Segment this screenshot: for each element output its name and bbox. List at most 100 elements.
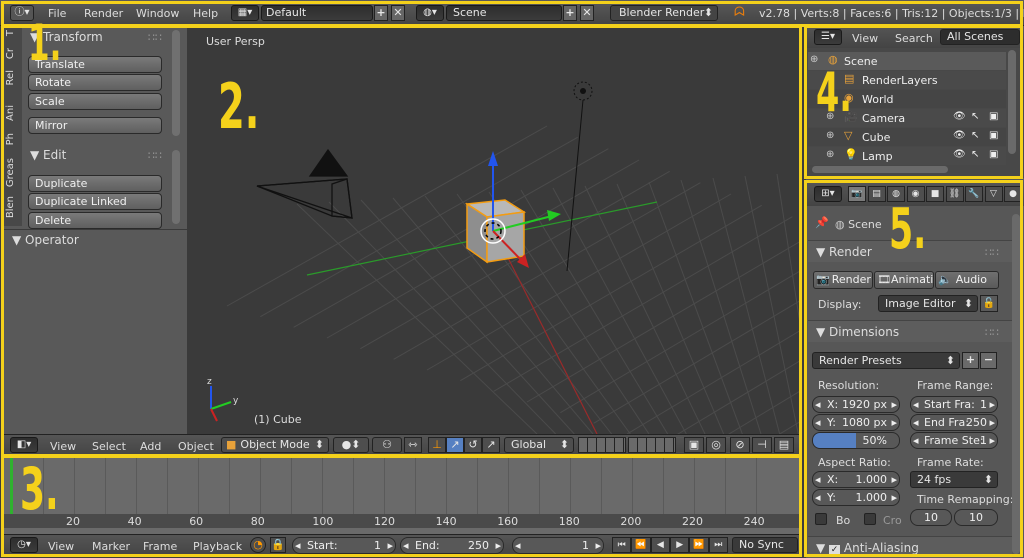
tool-shelf-tab-6[interactable]: Blen: [5, 196, 21, 218]
cursor-icon[interactable]: ↖: [971, 111, 979, 122]
timeline-editor-icon[interactable]: ◷▾: [10, 537, 38, 553]
remap-new-field[interactable]: 10: [954, 509, 998, 526]
cursor-icon[interactable]: ↖: [971, 130, 979, 141]
camera-render-icon[interactable]: ▣: [989, 130, 998, 141]
outliner-display-select[interactable]: All Scenes: [940, 29, 1020, 45]
tool-shelf-scrollbar-lower[interactable]: [172, 150, 180, 224]
eye-icon[interactable]: 👁: [953, 130, 966, 141]
resolution-x-field[interactable]: ◂ X: 1920 px ▸: [812, 396, 900, 413]
eye-icon[interactable]: 👁: [953, 111, 966, 122]
modifier-tab-icon[interactable]: 🔧: [965, 186, 983, 202]
jump-start-icon[interactable]: ⏮: [612, 537, 632, 553]
menu-window[interactable]: Window: [136, 7, 179, 20]
render-preview-icon[interactable]: ▤: [774, 437, 794, 453]
display-select[interactable]: Image Editor ⬍: [878, 295, 978, 312]
render-tab-icon[interactable]: 📷: [848, 186, 866, 202]
preview-range-icon[interactable]: ◔: [250, 537, 266, 553]
remove-layout-button[interactable]: ✕: [391, 5, 405, 21]
viewport-menu-select[interactable]: Select: [92, 440, 126, 453]
render-still-button[interactable]: 📷 Render: [813, 271, 873, 289]
viewport-shading-select[interactable]: ●⬍: [333, 437, 369, 453]
viewport-menu-object[interactable]: Object: [178, 440, 214, 453]
move-manipulator-icon[interactable]: ↗: [446, 437, 464, 453]
scale-button[interactable]: Scale: [28, 93, 162, 110]
tool-shelf-tab-2[interactable]: Rel: [5, 70, 21, 85]
tool-shelf-tab-0[interactable]: T: [5, 30, 21, 36]
layer-buttons-a[interactable]: [578, 437, 626, 453]
panel-grip-icon[interactable]: ∷∷: [148, 31, 162, 44]
orientation-select[interactable]: Global ⬍: [504, 437, 574, 453]
menu-render[interactable]: Render: [84, 7, 123, 20]
remap-old-field[interactable]: 10: [910, 509, 952, 526]
resolution-y-field[interactable]: ◂ Y: 1080 px ▸: [812, 414, 900, 431]
render-presets-select[interactable]: Render Presets ⬍: [812, 352, 960, 369]
timeline-menu-playback[interactable]: Playback: [193, 540, 242, 553]
timeline-menu-view[interactable]: View: [48, 540, 74, 553]
lock-interface-icon[interactable]: 🔓: [980, 295, 998, 312]
edit-panel-title[interactable]: ▼ Edit: [30, 148, 66, 162]
add-preset-button[interactable]: +: [962, 352, 979, 369]
translate-manipulator-icon[interactable]: ⊥: [428, 437, 446, 453]
render-animation-button[interactable]: 🎞Animatio: [874, 271, 934, 289]
timeline-menu-marker[interactable]: Marker: [92, 540, 130, 553]
resolution-percent-field[interactable]: 50%: [812, 432, 900, 449]
object-tab-icon[interactable]: ■: [926, 186, 944, 202]
snap-element-icon[interactable]: ⊣: [752, 437, 772, 453]
remove-scene-button[interactable]: ✕: [580, 5, 594, 21]
outliner-menu-view[interactable]: View: [852, 32, 878, 45]
aspect-y-field[interactable]: ◂ Y: 1.000 ▸: [812, 489, 900, 506]
lock-camera-icon[interactable]: ▣: [684, 437, 704, 453]
constraints-tab-icon[interactable]: ⛓: [945, 186, 964, 202]
outliner-editor-icon[interactable]: ☰▾: [814, 29, 842, 45]
add-scene-button[interactable]: +: [563, 5, 577, 21]
panel-grip-icon[interactable]: ∷∷: [148, 149, 162, 162]
material-tab-icon[interactable]: ●: [1004, 186, 1022, 202]
render-panel-title[interactable]: ▼ Render: [816, 245, 872, 259]
layer-buttons-b[interactable]: [628, 437, 676, 453]
frame-rate-select[interactable]: 24 fps ⬍: [910, 471, 998, 488]
manipulator-toggle[interactable]: ⇿: [404, 437, 422, 453]
data-tab-icon[interactable]: ▽: [984, 186, 1003, 202]
jump-keyframe-back-icon[interactable]: ⏪: [631, 537, 651, 553]
screen-layout-field[interactable]: Default: [261, 5, 373, 21]
frame-step-field[interactable]: ◂ Frame Ste: 1 ▸: [910, 432, 998, 449]
tool-shelf-tab-3[interactable]: Ani: [5, 105, 21, 121]
pivot-select[interactable]: ⚇: [372, 437, 402, 453]
play-icon[interactable]: ▶: [669, 537, 690, 553]
outliner-scrollbar[interactable]: [1008, 50, 1016, 154]
render-audio-button[interactable]: 🔈 Audio: [935, 271, 999, 289]
properties-scrollbar[interactable]: [1012, 214, 1020, 554]
scene-field[interactable]: Scene: [446, 5, 562, 21]
snap-icon[interactable]: ⊘: [730, 437, 750, 453]
jump-end-icon[interactable]: ⏭: [708, 537, 728, 553]
mode-select[interactable]: ■ Object Mode ⬍: [221, 437, 329, 453]
proportional-edit-icon[interactable]: ◎: [706, 437, 726, 453]
expand-toggle-icon[interactable]: ⊕: [826, 130, 834, 141]
camera-render-icon[interactable]: ▣: [989, 111, 998, 122]
anti-aliasing-panel-title[interactable]: ▼ ✓ Anti-Aliasing: [816, 541, 919, 556]
scene-icon[interactable]: ◍▾: [416, 5, 444, 21]
eye-icon[interactable]: 👁: [953, 149, 966, 160]
outliner-menu-search[interactable]: Search: [895, 32, 933, 45]
render-engine-select[interactable]: Blender Render ⬍: [610, 5, 718, 21]
lock-range-icon[interactable]: 🔒: [270, 537, 286, 553]
rotate-manipulator-icon[interactable]: ↺: [464, 437, 482, 453]
screen-layout-icon[interactable]: ▦▾: [231, 5, 259, 21]
camera-render-icon[interactable]: ▣: [989, 149, 998, 160]
viewport-menu-add[interactable]: Add: [140, 440, 161, 453]
panel-grip-icon[interactable]: ∷∷: [985, 246, 999, 259]
tool-shelf-scrollbar[interactable]: [172, 30, 180, 136]
viewport-3d[interactable]: y z: [187, 26, 800, 434]
jump-keyframe-forward-icon[interactable]: ⏩: [689, 537, 709, 553]
aspect-x-field[interactable]: ◂ X: 1.000 ▸: [812, 471, 900, 488]
current-frame-marker[interactable]: [10, 458, 13, 518]
sync-select[interactable]: No Sync: [732, 537, 798, 553]
border-checkbox[interactable]: [815, 513, 827, 525]
start-frame-prop-field[interactable]: ◂ Start Fra: 1 ▸: [910, 396, 998, 413]
dimensions-panel-title[interactable]: ▼ Dimensions: [816, 325, 899, 339]
expand-toggle-icon[interactable]: ⊕: [826, 149, 834, 160]
operator-panel-title[interactable]: ▼ Operator: [12, 233, 79, 247]
outliner-hscrollbar[interactable]: [812, 166, 948, 173]
cursor-icon[interactable]: ↖: [971, 149, 979, 160]
panel-grip-icon[interactable]: ∷∷: [985, 326, 999, 339]
